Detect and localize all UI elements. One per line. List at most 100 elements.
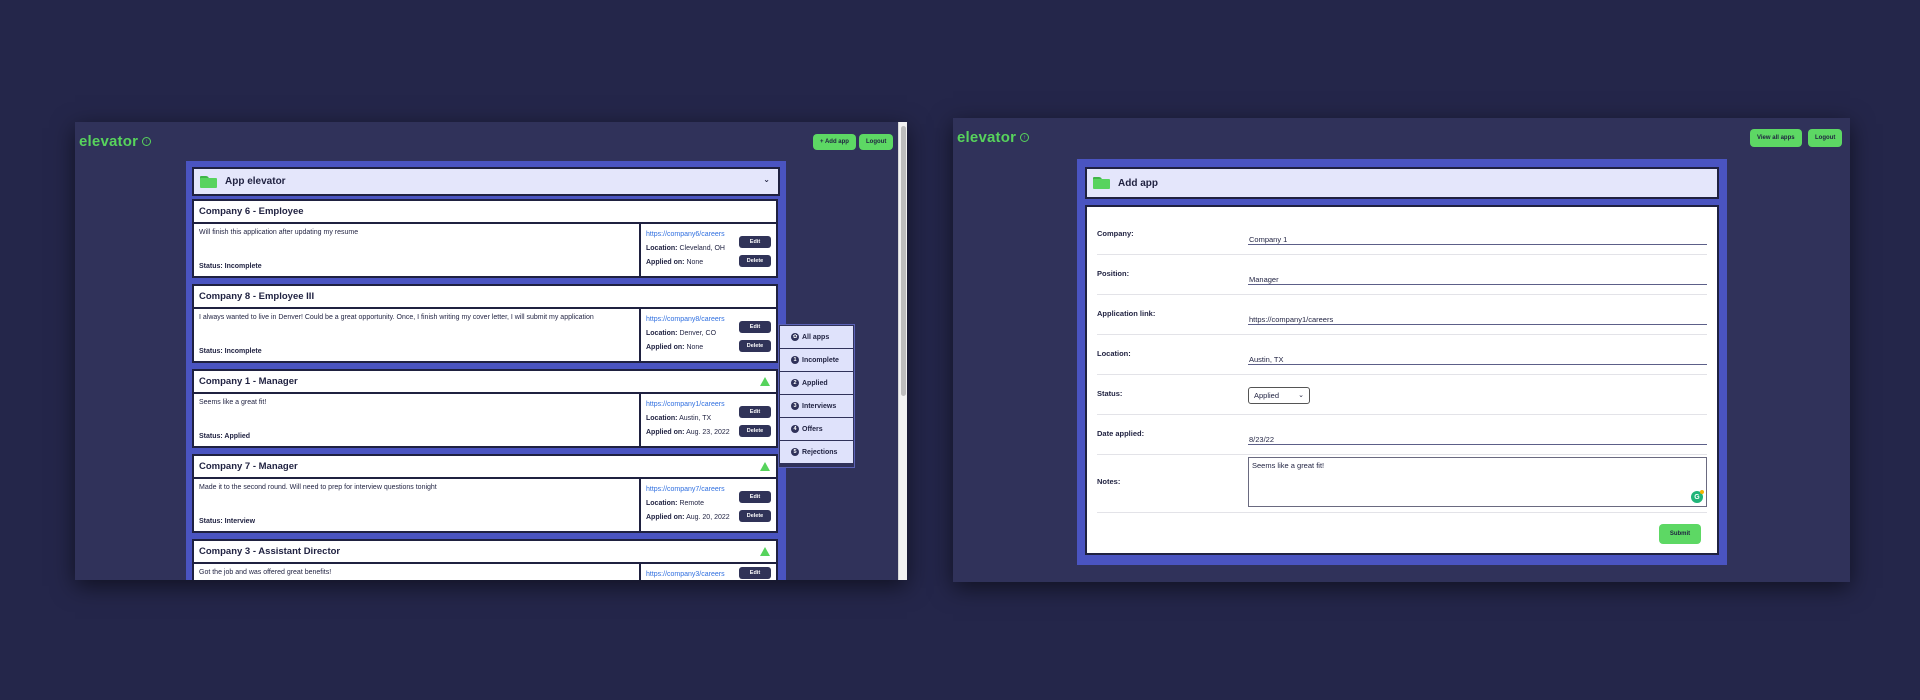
triangle-up-icon[interactable] (760, 377, 770, 386)
app-card-title: Company 7 - Manager (194, 456, 776, 477)
app-list-panel: App elevator ⌄ Company 6 - Employee Will… (186, 161, 786, 580)
chevron-down-icon: ⌄ (1298, 392, 1304, 399)
app-applied-date: None (686, 344, 704, 351)
app-card: Company 7 - Manager Made it to the secon… (192, 454, 778, 533)
divider (639, 479, 641, 531)
gear-icon: ✿ (791, 333, 799, 341)
number-4-icon: 4 (791, 425, 799, 433)
filter-dropdown: ✿ All apps 1 Incomplete 2 Applied 3 Intervie… (778, 324, 855, 468)
folder-icon (1093, 177, 1110, 189)
panel-header[interactable]: App elevator ⌄ (192, 167, 780, 196)
date-applied-label: Date applied: (1097, 429, 1145, 438)
divider (639, 394, 641, 446)
menu-item-rejections[interactable]: 5 Rejections (780, 441, 853, 463)
date-row: Date applied: 8/23/22 (1097, 415, 1707, 455)
edit-button[interactable]: Edit (739, 491, 771, 503)
divider (639, 309, 641, 361)
logout-button[interactable]: Logout (1808, 129, 1843, 147)
divider (639, 564, 641, 580)
location-field[interactable]: Austin, TX (1248, 355, 1707, 365)
view-all-apps-button[interactable]: View all apps (1750, 129, 1802, 147)
app-notes: I always wanted to live in Denver! Could… (199, 314, 594, 321)
divider (639, 224, 641, 276)
menu-item-offers[interactable]: 4 Offers (780, 418, 853, 440)
app-info: https://company8/careers Location: Denve… (646, 316, 725, 351)
notes-row: Notes: Seems like a great fit! G (1097, 455, 1707, 513)
app-location: Remote (679, 500, 704, 507)
triangle-up-icon[interactable] (760, 547, 770, 556)
menu-item-interviews[interactable]: 3 Interviews (780, 395, 853, 417)
app-notes: Got the job and was offered great benefi… (199, 569, 332, 576)
logo-arrow-icon: ↑ (1020, 133, 1030, 142)
edit-button[interactable]: Edit (739, 321, 771, 333)
app-status: Status: Interview (199, 518, 256, 525)
app-location: Cleveland, OH (679, 245, 725, 252)
status-label: Status: (1097, 389, 1123, 398)
status-select[interactable]: Applied ⌄ (1248, 387, 1310, 404)
delete-button[interactable]: Delete (739, 255, 771, 267)
app-card: Company 6 - Employee Will finish this ap… (192, 199, 778, 278)
notes-label: Notes: (1097, 477, 1121, 486)
app-card: Company 8 - Employee III I always wanted… (192, 284, 778, 363)
add-app-form: Company: Company 1 Position: Manager App… (1085, 205, 1719, 555)
company-row: Company: Company 1 (1097, 215, 1707, 255)
number-3-icon: 3 (791, 402, 799, 410)
scrollbar-thumb[interactable] (901, 126, 906, 396)
grammarly-icon[interactable]: G (1691, 490, 1704, 503)
position-row: Position: Manager (1097, 255, 1707, 295)
app-link[interactable]: https://company8/careers (646, 316, 725, 323)
notes-textarea[interactable]: Seems like a great fit! G (1248, 457, 1707, 507)
app-info: https://company1/careers Location: Austi… (646, 401, 730, 436)
menu-item-all-apps[interactable]: ✿ All apps (780, 326, 853, 348)
chevron-down-icon[interactable]: ⌄ (763, 175, 770, 184)
app-notes: Made it to the second round. Will need t… (199, 484, 437, 491)
app-applied-date: None (686, 259, 704, 266)
menu-item-incomplete[interactable]: 1 Incomplete (780, 349, 853, 371)
app-card-body: Seems like a great fit! Status: Applied … (194, 394, 776, 446)
position-field[interactable]: Manager (1248, 275, 1707, 285)
app-card-body: Made it to the second round. Will need t… (194, 479, 776, 531)
app-applied-date: Aug. 23, 2022 (686, 429, 730, 436)
app-logo[interactable]: elevator ↑ (79, 133, 152, 150)
logout-button[interactable]: Logout (859, 134, 894, 150)
app-info: https://company6/careers Location: Cleve… (646, 231, 725, 266)
number-1-icon: 1 (791, 356, 799, 364)
triangle-up-icon[interactable] (760, 462, 770, 471)
add-app-button[interactable]: + Add app (813, 134, 856, 150)
number-2-icon: 2 (791, 379, 799, 387)
app-link[interactable]: https://company3/careers (646, 571, 725, 578)
app-logo[interactable]: elevator ↑ (957, 129, 1030, 146)
location-row: Location: Austin, TX (1097, 335, 1707, 375)
date-applied-field[interactable]: 8/23/22 (1248, 435, 1707, 445)
panel-title: Add app (1118, 177, 1158, 189)
add-app-panel: Add app Company: Company 1 Position: Man… (1077, 159, 1727, 565)
company-label: Company: (1097, 229, 1134, 238)
delete-button[interactable]: Delete (739, 510, 771, 522)
status-row: Status: Applied ⌄ (1097, 375, 1707, 415)
app-applied-date: Aug. 20, 2022 (686, 514, 730, 521)
app-link[interactable]: https://company7/careers (646, 486, 725, 493)
panel-title: App elevator (225, 176, 286, 187)
delete-button[interactable]: Delete (739, 425, 771, 437)
app-card: Company 1 - Manager Seems like a great f… (192, 369, 778, 448)
app-location: Denver, CO (679, 330, 717, 337)
app-info: https://company7/careers Location: Remot… (646, 486, 730, 521)
submit-button[interactable]: Submit (1659, 524, 1701, 544)
company-field[interactable]: Company 1 (1248, 235, 1707, 245)
delete-button[interactable]: Delete (739, 340, 771, 352)
edit-button[interactable]: Edit (739, 406, 771, 418)
logo-arrow-icon: ↑ (142, 137, 152, 146)
menu-item-applied[interactable]: 2 Applied (780, 372, 853, 394)
app-link[interactable]: https://company6/careers (646, 231, 725, 238)
location-label: Location: (1097, 349, 1131, 358)
folder-icon (200, 175, 217, 188)
app-status: Status: Applied (199, 433, 251, 440)
app-card-title: Company 3 - Assistant Director (194, 541, 776, 562)
edit-button[interactable]: Edit (739, 567, 771, 579)
application-link-field[interactable]: https://company1/careers (1248, 315, 1707, 325)
app-link[interactable]: https://company1/careers (646, 401, 725, 408)
scrollbar[interactable] (898, 122, 907, 580)
edit-button[interactable]: Edit (739, 236, 771, 248)
link-row: Application link: https://company1/caree… (1097, 295, 1707, 335)
app-notes: Seems like a great fit! (199, 399, 267, 406)
